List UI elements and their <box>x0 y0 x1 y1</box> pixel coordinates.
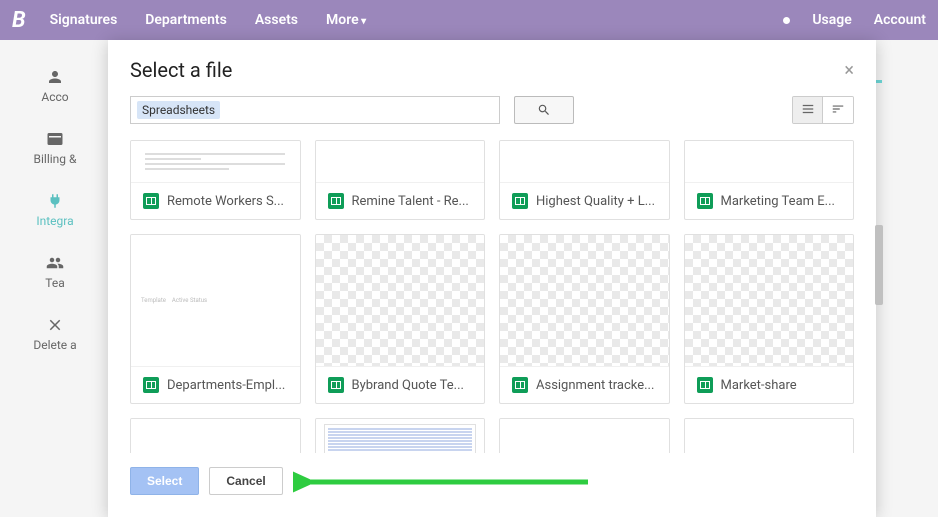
sort-button[interactable] <box>823 97 853 123</box>
file-picker-modal: Select a file × Spreadsheets Remote Work… <box>108 40 876 517</box>
nav-account[interactable]: Account <box>874 12 926 28</box>
nav-signatures[interactable]: Signatures <box>50 12 118 28</box>
sidebar-label: Tea <box>45 276 64 290</box>
file-card[interactable] <box>684 418 855 453</box>
file-name: Market-share <box>721 378 797 393</box>
team-icon <box>46 254 64 272</box>
file-card[interactable] <box>130 418 301 453</box>
file-thumb <box>685 419 854 453</box>
file-thumb <box>131 141 300 182</box>
file-thumb <box>316 419 485 453</box>
sheets-icon <box>697 377 713 393</box>
file-thumb <box>500 419 669 453</box>
sidebar-item-integrations[interactable]: Integra <box>36 192 73 228</box>
search-input[interactable] <box>226 103 493 118</box>
nav-items: Signatures Departments Assets More <box>50 12 367 28</box>
sidebar: Acco Billing & Integra Tea Delete a <box>0 40 110 517</box>
file-name: Marketing Team E... <box>721 194 835 209</box>
file-thumb <box>316 141 485 182</box>
sidebar-label: Integra <box>36 214 73 228</box>
file-thumb <box>685 141 854 182</box>
sheets-icon <box>697 193 713 209</box>
file-name: Remote Workers S... <box>167 194 284 209</box>
file-thumb <box>500 141 669 182</box>
file-name: Assignment tracke... <box>536 378 654 393</box>
file-thumb <box>316 235 485 366</box>
view-toggle <box>792 96 854 124</box>
nav-right: Usage Account <box>783 12 926 28</box>
nav-assets[interactable]: Assets <box>255 12 298 28</box>
delete-icon <box>46 316 64 334</box>
sidebar-item-account[interactable]: Acco <box>41 68 68 104</box>
file-card[interactable]: Marketing Team E... <box>684 140 855 220</box>
file-thumb <box>131 419 300 453</box>
nav-usage[interactable]: Usage <box>812 12 851 28</box>
file-card[interactable]: Remote Workers S... <box>130 140 301 220</box>
annotation-arrow-icon <box>293 467 593 497</box>
sheets-icon <box>512 377 528 393</box>
sheets-icon <box>512 193 528 209</box>
file-name: Departments-Empl... <box>167 378 285 393</box>
file-card[interactable]: Assignment tracke... <box>499 234 670 404</box>
file-card[interactable]: Bybrand Quote Te... <box>315 234 486 404</box>
file-thumb <box>685 235 854 366</box>
file-name: Bybrand Quote Te... <box>352 378 464 393</box>
search-icon <box>537 103 551 117</box>
plug-icon <box>46 192 64 210</box>
search-filter-chip[interactable]: Spreadsheets <box>137 101 220 119</box>
file-card[interactable] <box>315 418 486 453</box>
modal-header: Select a file × <box>108 40 876 90</box>
modal-footer: Select Cancel <box>108 453 876 517</box>
search-input-wrap[interactable]: Spreadsheets <box>130 96 500 124</box>
sidebar-item-team[interactable]: Tea <box>45 254 64 290</box>
sidebar-label: Billing & <box>34 152 77 166</box>
file-thumb: Template Active Status <box>131 235 300 366</box>
nav-departments[interactable]: Departments <box>145 12 227 28</box>
file-thumb <box>500 235 669 366</box>
nav-more[interactable]: More <box>326 12 366 28</box>
file-name: Remine Talent - Re... <box>352 194 469 209</box>
search-bar: Spreadsheets <box>108 90 876 136</box>
scrollbar[interactable] <box>875 225 883 305</box>
file-card[interactable] <box>499 418 670 453</box>
list-icon <box>801 102 815 116</box>
file-card[interactable]: Market-share <box>684 234 855 404</box>
sheets-icon <box>328 377 344 393</box>
sheets-icon <box>143 377 159 393</box>
select-button[interactable]: Select <box>130 467 199 495</box>
modal-title: Select a file <box>130 58 232 82</box>
cancel-button[interactable]: Cancel <box>209 467 282 495</box>
sort-icon <box>831 102 845 116</box>
file-card[interactable]: Template Active Status Departments-Empl.… <box>130 234 301 404</box>
sidebar-label: Delete a <box>33 338 76 352</box>
status-dot-icon <box>783 17 790 24</box>
sidebar-item-delete[interactable]: Delete a <box>33 316 76 352</box>
file-card[interactable]: Highest Quality + L... <box>499 140 670 220</box>
file-name: Highest Quality + L... <box>536 194 655 209</box>
file-grid[interactable]: Remote Workers S... Remine Talent - Re..… <box>108 136 876 453</box>
top-navbar: B Signatures Departments Assets More Usa… <box>0 0 938 40</box>
logo[interactable]: B <box>12 8 26 33</box>
file-card[interactable]: Remine Talent - Re... <box>315 140 486 220</box>
sidebar-label: Acco <box>41 90 68 104</box>
sheets-icon <box>143 193 159 209</box>
sidebar-item-billing[interactable]: Billing & <box>34 130 77 166</box>
sheets-icon <box>328 193 344 209</box>
search-button[interactable] <box>514 96 574 124</box>
user-icon <box>46 68 64 86</box>
list-view-button[interactable] <box>793 97 823 123</box>
card-icon <box>46 130 64 148</box>
close-icon[interactable]: × <box>844 60 854 81</box>
